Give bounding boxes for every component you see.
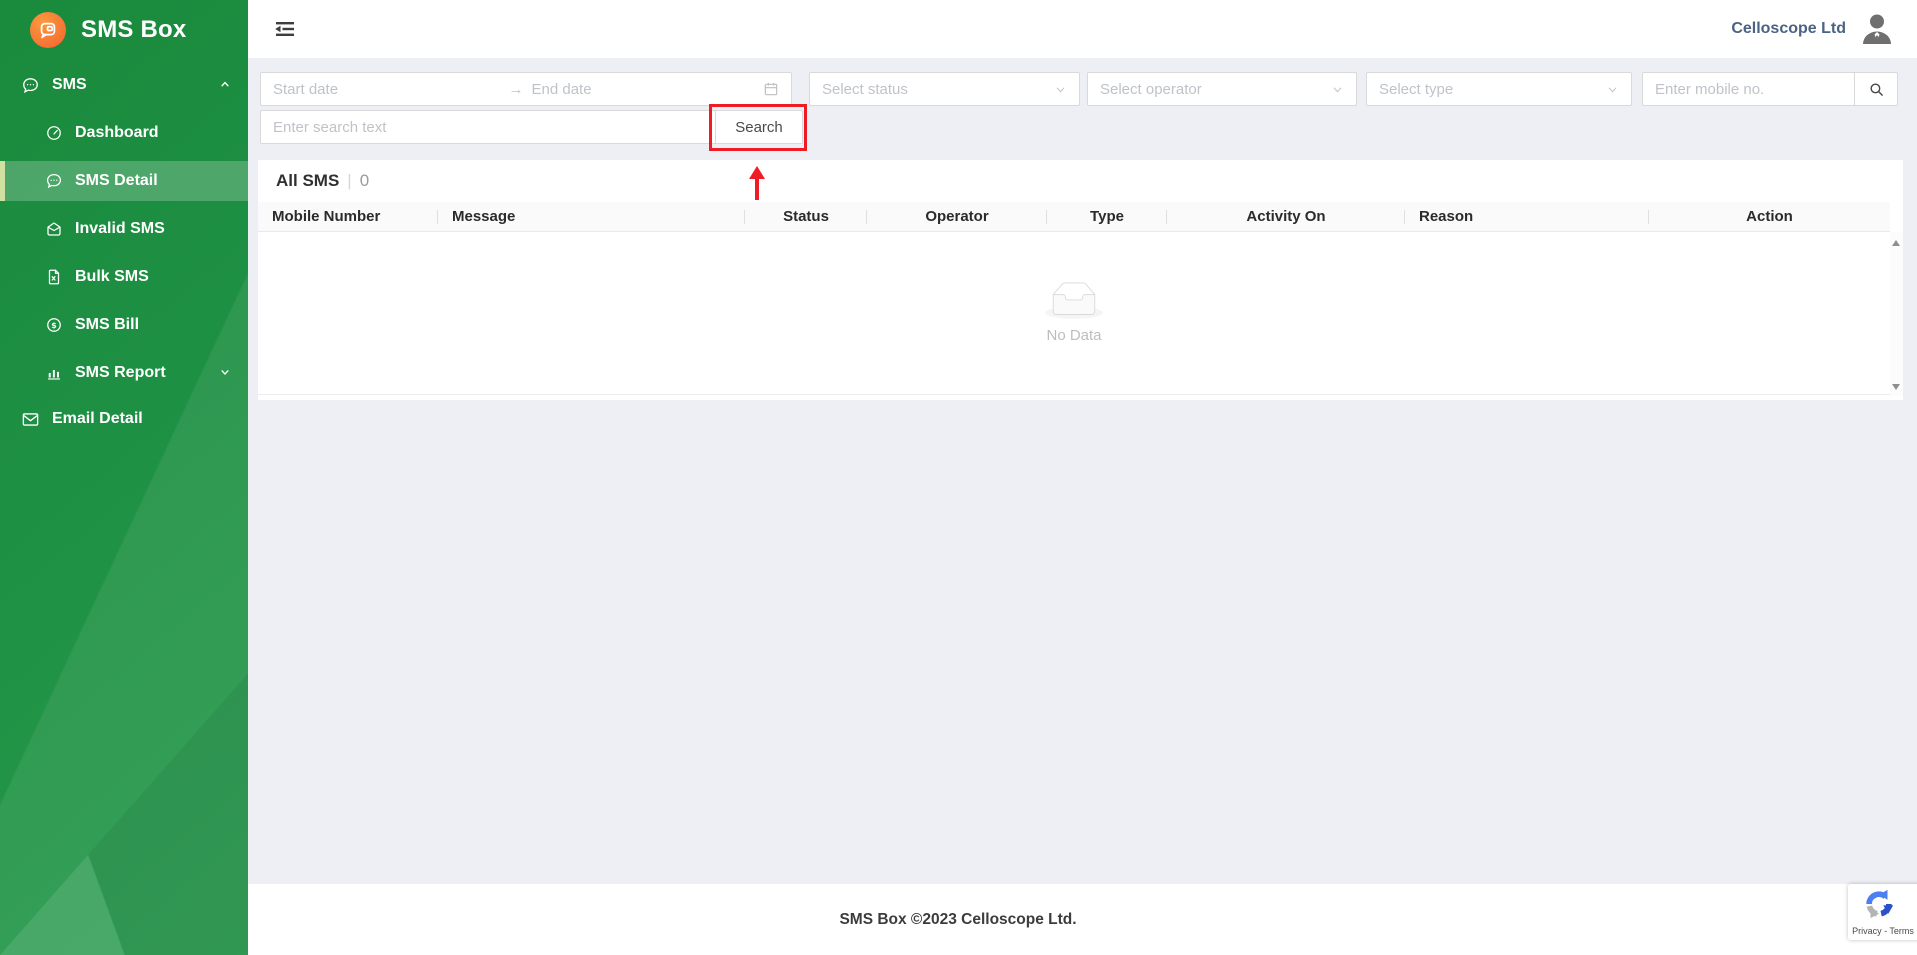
table-scrollbar[interactable] <box>1890 232 1903 396</box>
message-icon <box>21 76 40 95</box>
col-message: Message <box>438 202 745 231</box>
sidebar-item-invalid-sms[interactable]: Invalid SMS <box>0 209 248 249</box>
dashboard-icon <box>45 124 63 142</box>
col-mobile-number: Mobile Number <box>258 202 438 231</box>
user-name: Celloscope Ltd <box>1731 20 1846 37</box>
start-date-placeholder: Start date <box>273 80 339 98</box>
col-activity-on: Activity On <box>1167 202 1405 231</box>
envelope-icon <box>21 410 40 429</box>
results-panel: All SMS | 0 Mobile Number Message Status… <box>258 160 1903 400</box>
sidebar-item-label: SMS Bill <box>75 316 140 333</box>
sidebar-item-label: Email Detail <box>52 410 143 427</box>
user-menu[interactable]: Celloscope Ltd <box>1731 0 1895 58</box>
sidebar-item-label: Dashboard <box>75 124 159 141</box>
sidebar-item-label: SMS Detail <box>75 172 158 189</box>
table-body-empty: No Data <box>258 232 1890 395</box>
operator-select-placeholder: Select operator <box>1100 80 1202 98</box>
col-action: Action <box>1746 208 1793 225</box>
search-text-input[interactable] <box>260 110 716 144</box>
top-bar: Celloscope Ltd <box>248 0 1917 58</box>
mail-open-icon <box>45 220 63 238</box>
chevron-down-icon <box>1333 87 1342 93</box>
mobile-number-input[interactable] <box>1642 72 1855 106</box>
sidebar-item-label: SMS <box>52 76 87 93</box>
empty-inbox-icon <box>1045 282 1103 319</box>
all-sms-title: All SMS <box>276 171 340 190</box>
sms-box-logo-icon <box>30 12 66 48</box>
col-status: Status <box>745 202 867 231</box>
scroll-up-icon[interactable] <box>1892 240 1900 246</box>
status-select[interactable]: Select status <box>809 72 1080 106</box>
calendar-icon <box>764 82 778 96</box>
sidebar-item-label: SMS Report <box>75 364 166 381</box>
title-divider: | <box>347 171 352 190</box>
svg-text:$: $ <box>51 321 56 330</box>
copyright-text: SMS Box ©2023 Celloscope Ltd. <box>839 910 1077 928</box>
sidebar-item-sms-detail[interactable]: SMS Detail <box>0 161 248 201</box>
sidebar-item-dashboard[interactable]: Dashboard <box>0 113 248 153</box>
file-excel-icon <box>45 268 63 286</box>
page-footer: SMS Box ©2023 Celloscope Ltd. <box>248 884 1917 955</box>
panel-title: All SMS | 0 <box>258 160 1903 202</box>
sidebar-item-sms[interactable]: SMS <box>0 65 248 105</box>
message-icon <box>45 172 63 190</box>
app-window: SMS Box SMS Dashboard SMS Detail Invalid… <box>0 0 1917 955</box>
col-reason: Reason <box>1405 202 1649 231</box>
col-type: Type <box>1047 202 1167 231</box>
no-data-text: No Data <box>1046 327 1102 344</box>
table-header-row: Mobile Number Message Status Operator Ty… <box>258 202 1890 232</box>
chevron-down-icon <box>218 365 232 384</box>
recaptcha-badge[interactable]: Privacy - Terms <box>1848 884 1917 940</box>
range-arrow-icon: → <box>508 80 524 98</box>
bar-chart-icon <box>45 364 63 382</box>
chevron-down-icon <box>1056 87 1065 93</box>
sidebar-item-sms-report[interactable]: SMS Report <box>0 353 248 393</box>
dollar-circle-icon: $ <box>45 316 63 334</box>
sms-count: 0 <box>359 171 370 190</box>
col-operator: Operator <box>867 202 1047 231</box>
scroll-down-icon[interactable] <box>1892 384 1900 390</box>
mobile-search-button[interactable] <box>1854 72 1898 106</box>
avatar-icon <box>1863 14 1891 44</box>
recaptcha-privacy-terms[interactable]: Privacy - Terms <box>1848 926 1917 936</box>
status-select-placeholder: Select status <box>822 80 908 98</box>
recaptcha-icon <box>1866 889 1894 919</box>
sidebar-item-email-detail[interactable]: Email Detail <box>0 399 248 439</box>
operator-select[interactable]: Select operator <box>1087 72 1357 106</box>
sidebar-item-bulk-sms[interactable]: Bulk SMS <box>0 257 248 297</box>
search-button-label: Search <box>735 118 783 136</box>
sidebar-item-sms-bill[interactable]: $ SMS Bill <box>0 305 248 345</box>
menu-fold-toggle[interactable] <box>274 17 300 41</box>
type-select[interactable]: Select type <box>1366 72 1632 106</box>
chevron-down-icon <box>1608 87 1617 93</box>
search-button[interactable]: Search <box>715 110 803 144</box>
type-select-placeholder: Select type <box>1379 80 1454 98</box>
sidebar-item-label: Invalid SMS <box>75 220 165 237</box>
menu-fold-icon <box>275 22 294 36</box>
date-range-picker[interactable]: Start date → End date <box>260 72 792 106</box>
brand-title: SMS Box <box>81 16 187 43</box>
sidebar: SMS Box SMS Dashboard SMS Detail Invalid… <box>0 0 248 955</box>
end-date-placeholder: End date <box>531 80 592 98</box>
search-icon <box>1869 82 1883 96</box>
sidebar-item-label: Bulk SMS <box>75 268 149 285</box>
chevron-up-icon <box>218 77 232 96</box>
brand-logo[interactable]: SMS Box <box>0 0 248 60</box>
